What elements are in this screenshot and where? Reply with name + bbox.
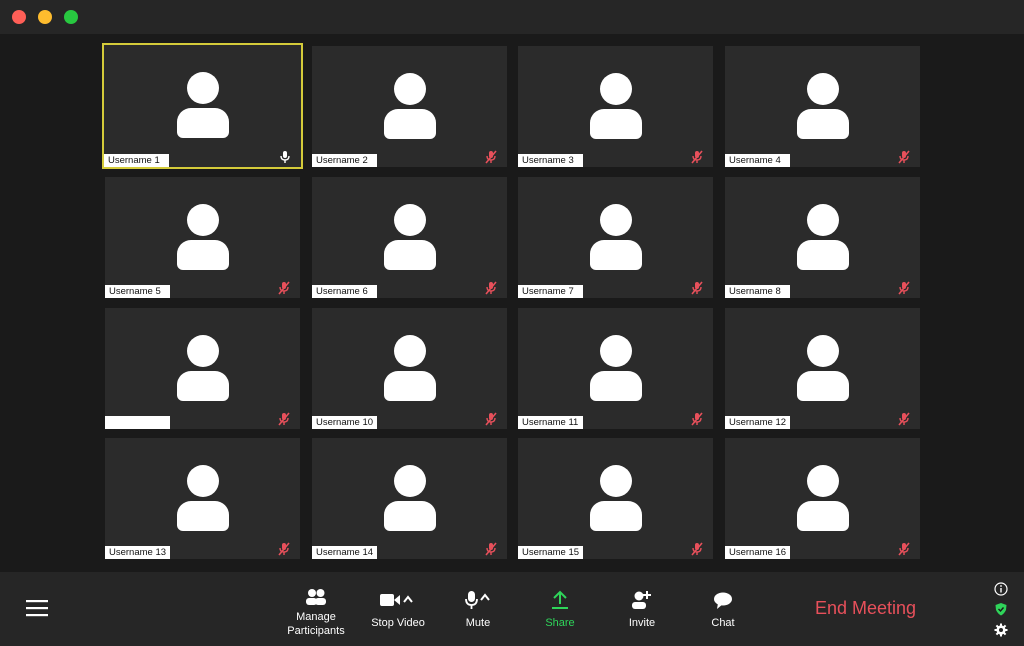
participant-tile[interactable]: Username 2 [312,46,507,167]
participant-tile[interactable]: Username 8 [725,177,920,298]
participants-icon [305,586,327,608]
manage-participants-button[interactable]: Manage Participants [284,572,348,646]
muted-microphone-icon [691,542,703,556]
stop-video-button[interactable]: Stop Video [370,572,426,646]
participant-name: Username 8 [725,285,790,298]
participant-tile[interactable]: Username 1 [102,43,303,169]
meeting-window: Username 1 Username 2 Username 3 Username 4… [0,0,1024,646]
avatar-icon [383,335,436,403]
participant-name [105,416,170,429]
maximize-window-button[interactable] [64,10,78,24]
muted-microphone-icon [898,542,910,556]
avatar-icon [176,72,229,140]
participant-name: Username 3 [518,154,583,167]
participant-tile[interactable]: Username 12 [725,308,920,429]
avatar-icon [796,335,849,403]
participant-name: Username 5 [105,285,170,298]
muted-microphone-icon [485,150,497,164]
avatar-icon [589,73,642,141]
stop-video-label: Stop Video [371,617,425,629]
add-person-icon [631,588,653,612]
muted-microphone-icon [485,412,497,426]
participant-gallery: Username 1 Username 2 Username 3 Username 4… [0,34,1024,572]
end-meeting-button[interactable]: End Meeting [815,598,916,619]
chat-button[interactable]: Chat [706,572,740,646]
participant-name: Username 15 [518,546,583,559]
avatar-icon [796,465,849,533]
participant-tile[interactable] [105,308,300,429]
participant-tile[interactable]: Username 11 [518,308,713,429]
muted-microphone-icon [278,281,290,295]
share-arrow-icon [550,588,570,612]
participant-tile[interactable]: Username 16 [725,438,920,559]
muted-microphone-icon [898,412,910,426]
participant-name: Username 11 [518,416,583,429]
participant-tile[interactable]: Username 4 [725,46,920,167]
chat-label: Chat [711,617,735,629]
avatar-icon [176,465,229,533]
muted-microphone-icon [278,412,290,426]
muted-microphone-icon [485,281,497,295]
avatar-icon [383,465,436,533]
avatar-icon [796,204,849,272]
microphone-icon [279,150,291,164]
participant-name: Username 7 [518,285,583,298]
participant-tile[interactable]: Username 5 [105,177,300,298]
avatar-icon [383,204,436,272]
participant-name: Username 12 [725,416,790,429]
muted-microphone-icon [485,542,497,556]
microphone-icon [463,588,493,612]
participant-tile[interactable]: Username 6 [312,177,507,298]
gear-icon[interactable] [994,623,1008,637]
participant-name: Username 2 [312,154,377,167]
avatar-icon [176,335,229,403]
participant-tile[interactable]: Username 3 [518,46,713,167]
participant-tile[interactable]: Username 10 [312,308,507,429]
participant-name: Username 14 [312,546,377,559]
participant-name: Username 10 [312,416,377,429]
invite-label: Invite [628,617,656,629]
muted-microphone-icon [691,150,703,164]
avatar-icon [796,73,849,141]
participant-tile[interactable]: Username 13 [105,438,300,559]
avatar-icon [176,204,229,272]
participant-name: Username 4 [725,154,790,167]
shield-icon[interactable] [994,602,1008,616]
info-icon[interactable] [994,582,1008,596]
mute-button[interactable]: Mute [458,572,498,646]
muted-microphone-icon [898,150,910,164]
manage-participants-label: Manage Participants [287,611,345,637]
participant-name: Username 16 [725,546,790,559]
invite-button[interactable]: Invite [624,572,660,646]
video-camera-icon [378,588,418,612]
participant-tile[interactable]: Username 7 [518,177,713,298]
participant-name: Username 1 [104,154,169,167]
minimize-window-button[interactable] [38,10,52,24]
avatar-icon [589,335,642,403]
avatar-icon [589,204,642,272]
participant-name: Username 13 [105,546,170,559]
close-window-button[interactable] [12,10,26,24]
avatar-icon [589,465,642,533]
muted-microphone-icon [278,542,290,556]
avatar-icon [383,73,436,141]
muted-microphone-icon [691,281,703,295]
muted-microphone-icon [691,412,703,426]
participant-tile[interactable]: Username 14 [312,438,507,559]
hamburger-icon [26,600,48,617]
share-label: Share [545,617,575,629]
participant-name: Username 6 [312,285,377,298]
mute-label: Mute [465,617,491,629]
muted-microphone-icon [898,281,910,295]
share-button[interactable]: Share [542,572,578,646]
participant-tile[interactable]: Username 15 [518,438,713,559]
title-bar [0,0,1024,34]
menu-button[interactable] [26,598,48,618]
chat-bubble-icon [712,588,734,612]
